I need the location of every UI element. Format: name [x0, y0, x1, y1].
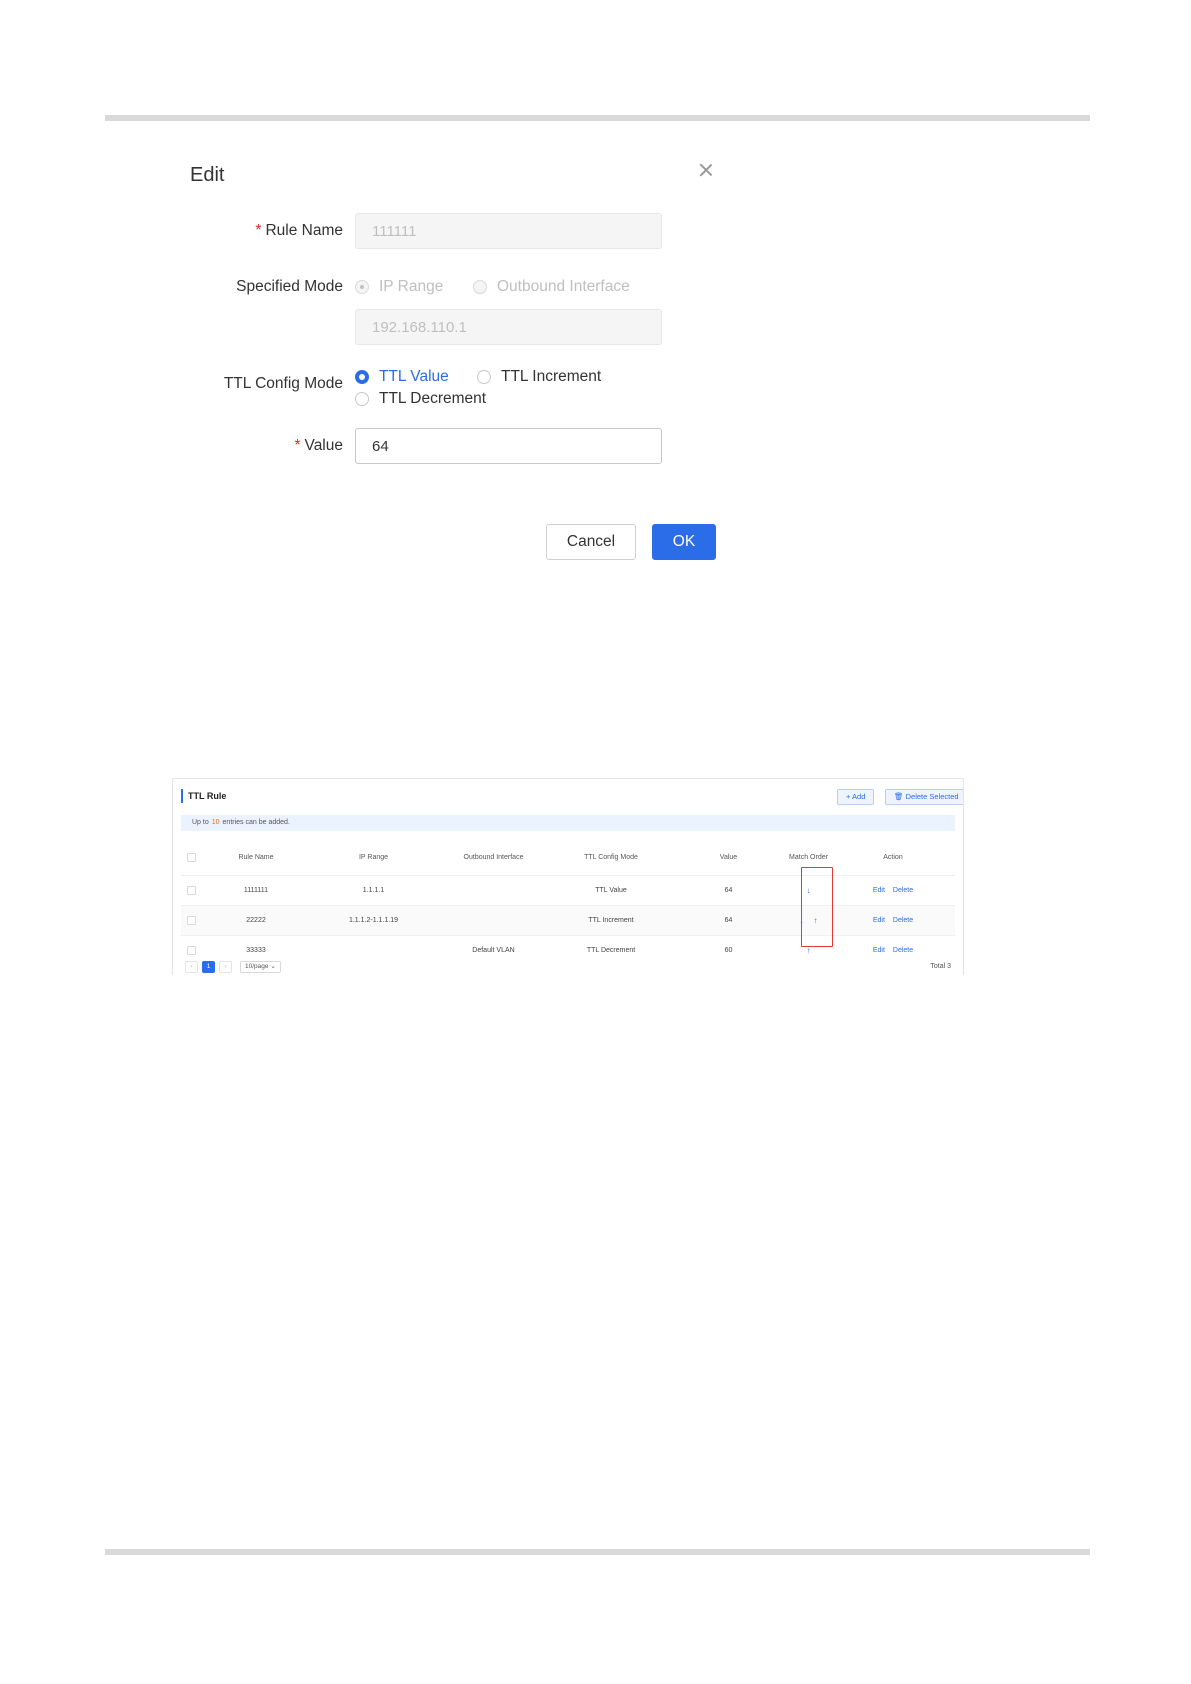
cell-outbound — [436, 905, 551, 936]
move-down-arrow-icon[interactable]: ↓ — [807, 886, 811, 895]
cell-value: 60 — [671, 935, 786, 965]
table-row: 33333 Default VLAN TTL Decrement 60 ↑ Ed… — [181, 935, 955, 965]
value-label: * Value — [294, 437, 343, 454]
cell-match-order: ↑ — [786, 935, 831, 965]
delete-link[interactable]: Delete — [893, 887, 913, 894]
select-all-checkbox[interactable] — [186, 852, 196, 862]
edit-link[interactable]: Edit — [873, 947, 885, 954]
ok-button[interactable]: OK — [652, 524, 716, 560]
edit-link[interactable]: Edit — [873, 917, 885, 924]
rule-name-label: * Rule Name — [255, 222, 343, 239]
page-size-select[interactable]: 10/page ⌄ — [240, 961, 281, 973]
cell-rule-name: 22222 — [201, 905, 311, 936]
cell-rule-name: 1111111 — [201, 875, 311, 906]
cell-mode: TTL Value — [551, 875, 671, 906]
row-checkbox[interactable] — [186, 886, 196, 895]
radio-dot — [355, 370, 369, 384]
page-top-rule — [105, 115, 1090, 121]
col-match-order: Match Order — [789, 853, 828, 861]
radio-dot — [355, 280, 369, 294]
radio-ttl-decrement[interactable]: TTL Decrement — [355, 390, 486, 408]
radio-dot — [477, 370, 491, 384]
delete-link[interactable]: Delete — [893, 917, 913, 924]
value-input[interactable] — [355, 428, 662, 464]
ttl-rule-panel: TTL Rule + Add 🗑 Delete Selected Up to 10… — [172, 778, 964, 975]
page-bottom-rule — [105, 1549, 1090, 1555]
total-count: Total 3 — [930, 963, 951, 970]
dialog-title: Edit — [190, 164, 225, 186]
move-up-arrow-icon[interactable]: ↑ — [807, 946, 811, 955]
col-action: Action — [883, 853, 903, 861]
section-title: TTL Rule — [181, 789, 226, 803]
col-ttl-config-mode: TTL Config Mode — [584, 853, 638, 861]
radio-outbound-interface: Outbound Interface — [473, 278, 630, 296]
col-rule-name: Rule Name — [238, 853, 274, 861]
chevron-down-icon: ⌄ — [270, 963, 276, 970]
radio-dot — [473, 280, 487, 294]
rule-name-input — [355, 213, 662, 249]
table-header: Rule Name IP Range Outbound Interface TT… — [181, 839, 955, 876]
edit-dialog: Edit *Rule Name Specified Mode IP Range … — [150, 140, 730, 620]
prev-page-button[interactable]: ‹ — [185, 961, 198, 973]
move-down-arrow-icon[interactable]: ↓ — [800, 916, 804, 925]
cell-mode: TTL Decrement — [551, 935, 671, 965]
cell-action: Edit Delete — [831, 935, 955, 965]
cell-value: 64 — [671, 875, 786, 906]
cell-ip-range: 1.1.1.1 — [311, 875, 436, 906]
table-row: 1111111 1.1.1.1 TTL Value 64 ↓ Edit Delet… — [181, 875, 955, 906]
cell-outbound — [436, 875, 551, 906]
entries-limit-note: Up to 10 entries can be added. — [181, 815, 955, 831]
cell-action: Edit Delete — [831, 875, 955, 906]
edit-link[interactable]: Edit — [873, 887, 885, 894]
col-ip-range: IP Range — [358, 853, 389, 861]
ttl-rule-table: Rule Name IP Range Outbound Interface TT… — [181, 839, 955, 965]
radio-ip-range: IP Range — [355, 278, 443, 296]
cell-ip-range — [311, 935, 436, 965]
radio-ttl-increment[interactable]: TTL Increment — [477, 368, 601, 386]
cancel-button[interactable]: Cancel — [546, 524, 636, 560]
specified-mode-label: Specified Mode — [236, 278, 343, 295]
delete-link[interactable]: Delete — [893, 947, 913, 954]
cell-match-order: ↓ — [786, 875, 831, 906]
add-button[interactable]: + Add — [837, 789, 875, 805]
next-page-button[interactable]: › — [219, 961, 232, 973]
ip-range-input — [355, 309, 662, 345]
delete-selected-button[interactable]: 🗑 Delete Selected — [885, 789, 963, 805]
cell-outbound: Default VLAN — [436, 935, 551, 965]
cell-match-order: ↓ ↑ — [786, 905, 831, 936]
pagination: ‹ 1 › 10/page ⌄ — [185, 961, 281, 973]
ttl-config-mode-label: TTL Config Mode — [223, 375, 343, 392]
trash-icon: 🗑 — [894, 792, 904, 801]
col-value: Value — [719, 853, 738, 861]
radio-ttl-value[interactable]: TTL Value — [355, 368, 449, 386]
cell-value: 64 — [671, 905, 786, 936]
cell-action: Edit Delete — [831, 905, 955, 936]
cell-mode: TTL Increment — [551, 905, 671, 936]
row-checkbox[interactable] — [186, 946, 196, 955]
table-row: 22222 1.1.1.2-1.1.1.19 TTL Increment 64 … — [181, 905, 955, 936]
page-button-current[interactable]: 1 — [202, 961, 215, 973]
cell-ip-range: 1.1.1.2-1.1.1.19 — [311, 905, 436, 936]
radio-dot — [355, 392, 369, 406]
col-outbound-interface: Outbound Interface — [463, 853, 524, 861]
close-icon[interactable] — [698, 162, 714, 178]
row-checkbox[interactable] — [186, 916, 196, 925]
move-up-arrow-icon[interactable]: ↑ — [814, 916, 818, 925]
